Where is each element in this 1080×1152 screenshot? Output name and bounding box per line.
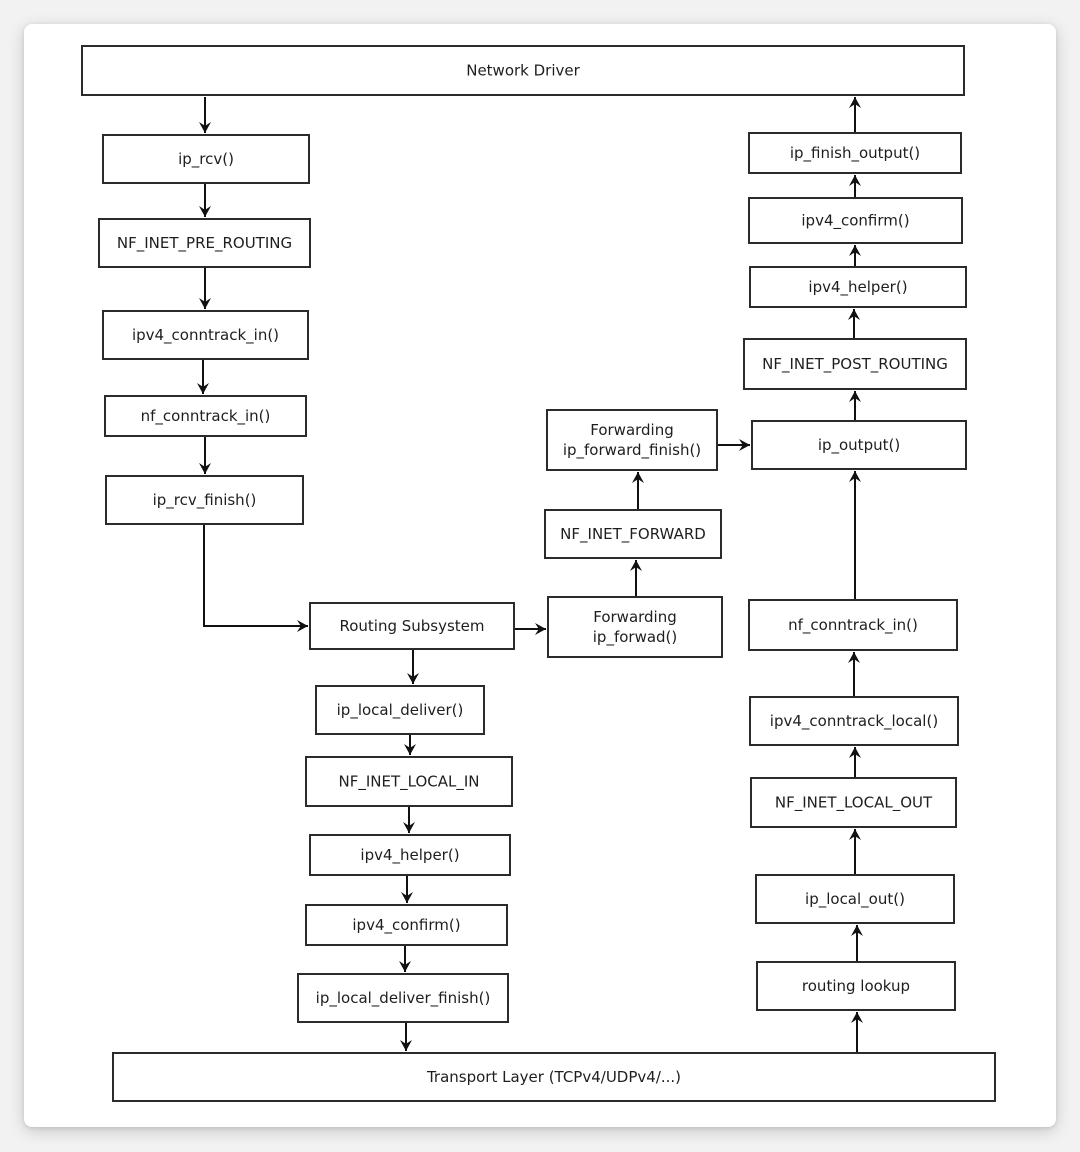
node-label: NF_INET_FORWARD xyxy=(560,525,706,544)
node-label: ipv4_confirm() xyxy=(801,212,909,231)
node-label: ipv4_confirm() xyxy=(352,916,460,935)
edge-nf-conntrack-in-rx-to-ip-rcv-finish xyxy=(199,437,211,474)
edge-ip-finish-output-to-network-driver xyxy=(849,97,861,132)
edge-network-driver-to-ip-rcv xyxy=(199,97,211,133)
node-label: routing lookup xyxy=(802,977,910,995)
node-label: Network Driver xyxy=(466,62,580,80)
node-label: NF_INET_PRE_ROUTING xyxy=(117,234,292,253)
node-ip-rcv-finish: ip_rcv_finish() xyxy=(105,475,304,525)
node-box xyxy=(546,409,718,471)
node-nf-conntrack-in-rx: nf_conntrack_in() xyxy=(104,395,307,437)
node-ip-rcv: ip_rcv() xyxy=(102,134,310,184)
node-label: ip_local_out() xyxy=(805,890,905,909)
node-ipv4-conntrack-in: ipv4_conntrack_in() xyxy=(102,310,309,360)
node-label: ipv4_helper() xyxy=(360,846,459,865)
node-label: Transport Layer (TCPv4/UDPv4/...) xyxy=(426,1068,681,1086)
node-transport-layer: Transport Layer (TCPv4/UDPv4/...) xyxy=(112,1052,996,1102)
node-routing-lookup: routing lookup xyxy=(756,961,956,1011)
edge-ip-forward-to-nf-inet-forward xyxy=(630,560,642,596)
edge-transport-layer-to-routing-lookup xyxy=(851,1012,863,1052)
node-label: ipv4_helper() xyxy=(808,278,907,297)
node-label: NF_INET_LOCAL_IN xyxy=(339,773,480,792)
edge-ip-local-deliver-to-nf-inet-local-in xyxy=(404,735,416,755)
node-label: Routing Subsystem xyxy=(339,617,484,635)
edge-routing-lookup-to-ip-local-out xyxy=(851,925,863,961)
arrow-line xyxy=(203,525,308,627)
edge-ipv4-confirm-in-to-ip-local-deliver-finish xyxy=(399,946,411,972)
edge-ipv4-helper-out-to-ipv4-confirm-out xyxy=(849,245,861,266)
node-label: NF_INET_LOCAL_OUT xyxy=(775,794,933,813)
edge-ip-local-deliver-finish-to-transport-layer xyxy=(400,1023,412,1051)
node-ipv4-confirm-out: ipv4_confirm() xyxy=(748,197,963,244)
edge-ip-output-to-nf-inet-post-routing xyxy=(849,391,861,420)
node-routing-subsystem: Routing Subsystem xyxy=(309,602,515,650)
nodes-layer: Network Driver ip_rcv() NF_INET_PRE_ROUTIN… xyxy=(81,45,996,1102)
edge-ip-local-out-to-nf-inet-local-out xyxy=(849,829,861,874)
node-ip-local-out: ip_local_out() xyxy=(755,874,955,924)
node-label: ip_forwad() xyxy=(593,628,678,647)
node-label: Forwarding xyxy=(593,608,677,626)
node-ip-forward-finish: Forwarding ip_forward_finish() xyxy=(546,409,718,471)
node-ip-finish-output: ip_finish_output() xyxy=(748,132,962,174)
edge-ipv4-conntrack-in-to-nf-conntrack-in-rx xyxy=(197,360,209,394)
edge-nf-inet-local-in-to-ipv4-helper-in xyxy=(403,807,415,833)
node-ip-forward: Forwarding ip_forwad() xyxy=(547,596,723,658)
node-ip-local-deliver: ip_local_deliver() xyxy=(315,685,485,735)
node-nf-inet-pre-routing: NF_INET_PRE_ROUTING xyxy=(98,218,311,268)
node-label: NF_INET_POST_ROUTING xyxy=(762,355,948,374)
node-label: ip_local_deliver_finish() xyxy=(316,989,491,1008)
node-box xyxy=(547,596,723,658)
node-ipv4-helper-out: ipv4_helper() xyxy=(749,266,967,308)
node-nf-inet-local-out: NF_INET_LOCAL_OUT xyxy=(750,777,957,828)
node-ipv4-confirm-in: ipv4_confirm() xyxy=(305,904,508,946)
node-label: ip_output() xyxy=(818,436,900,455)
edge-nf-inet-forward-to-ip-forward-finish xyxy=(632,472,644,509)
node-label: ipv4_conntrack_local() xyxy=(770,712,938,731)
edge-nf-conntrack-in-tx-to-ip-output xyxy=(849,471,861,599)
node-label: ipv4_conntrack_in() xyxy=(132,326,279,345)
node-label: ip_finish_output() xyxy=(790,144,920,163)
edge-nf-inet-local-out-to-ipv4-conntrack-local xyxy=(849,747,861,777)
node-nf-inet-forward: NF_INET_FORWARD xyxy=(544,509,722,559)
node-label: ip_rcv_finish() xyxy=(153,491,257,510)
node-ipv4-helper-in: ipv4_helper() xyxy=(309,834,511,876)
edge-nf-inet-pre-routing-to-ipv4-conntrack-in xyxy=(199,268,211,309)
edge-ipv4-conntrack-local-to-nf-conntrack-in-tx xyxy=(848,652,860,696)
node-nf-conntrack-in-tx: nf_conntrack_in() xyxy=(748,599,958,651)
node-network-driver: Network Driver xyxy=(81,45,965,96)
node-label: ip_local_deliver() xyxy=(337,701,464,720)
node-ip-local-deliver-finish: ip_local_deliver_finish() xyxy=(297,973,509,1023)
node-ip-output: ip_output() xyxy=(751,420,967,470)
edge-ip-rcv-finish-to-routing-subsystem xyxy=(203,525,308,632)
node-nf-inet-post-routing: NF_INET_POST_ROUTING xyxy=(743,338,967,390)
edge-nf-inet-post-routing-to-ipv4-helper-out xyxy=(848,309,860,338)
node-label: ip_rcv() xyxy=(178,150,234,169)
edge-routing-subsystem-to-ip-local-deliver xyxy=(407,650,419,684)
node-nf-inet-local-in: NF_INET_LOCAL_IN xyxy=(305,756,513,807)
edge-ipv4-helper-in-to-ipv4-confirm-in xyxy=(401,876,413,903)
edge-ip-rcv-to-nf-inet-pre-routing xyxy=(199,184,211,217)
node-label: Forwarding xyxy=(590,421,674,439)
edge-routing-subsystem-to-ip-forward xyxy=(515,623,546,635)
edge-ipv4-confirm-out-to-ip-finish-output xyxy=(849,175,861,197)
node-label: ip_forward_finish() xyxy=(563,441,701,460)
packet-flow-diagram: Network Driver ip_rcv() NF_INET_PRE_ROUTIN… xyxy=(81,45,996,1102)
node-ipv4-conntrack-local: ipv4_conntrack_local() xyxy=(749,696,959,746)
node-label: nf_conntrack_in() xyxy=(788,616,918,635)
edge-ip-forward-finish-to-ip-output xyxy=(718,439,750,451)
node-label: nf_conntrack_in() xyxy=(141,407,271,426)
